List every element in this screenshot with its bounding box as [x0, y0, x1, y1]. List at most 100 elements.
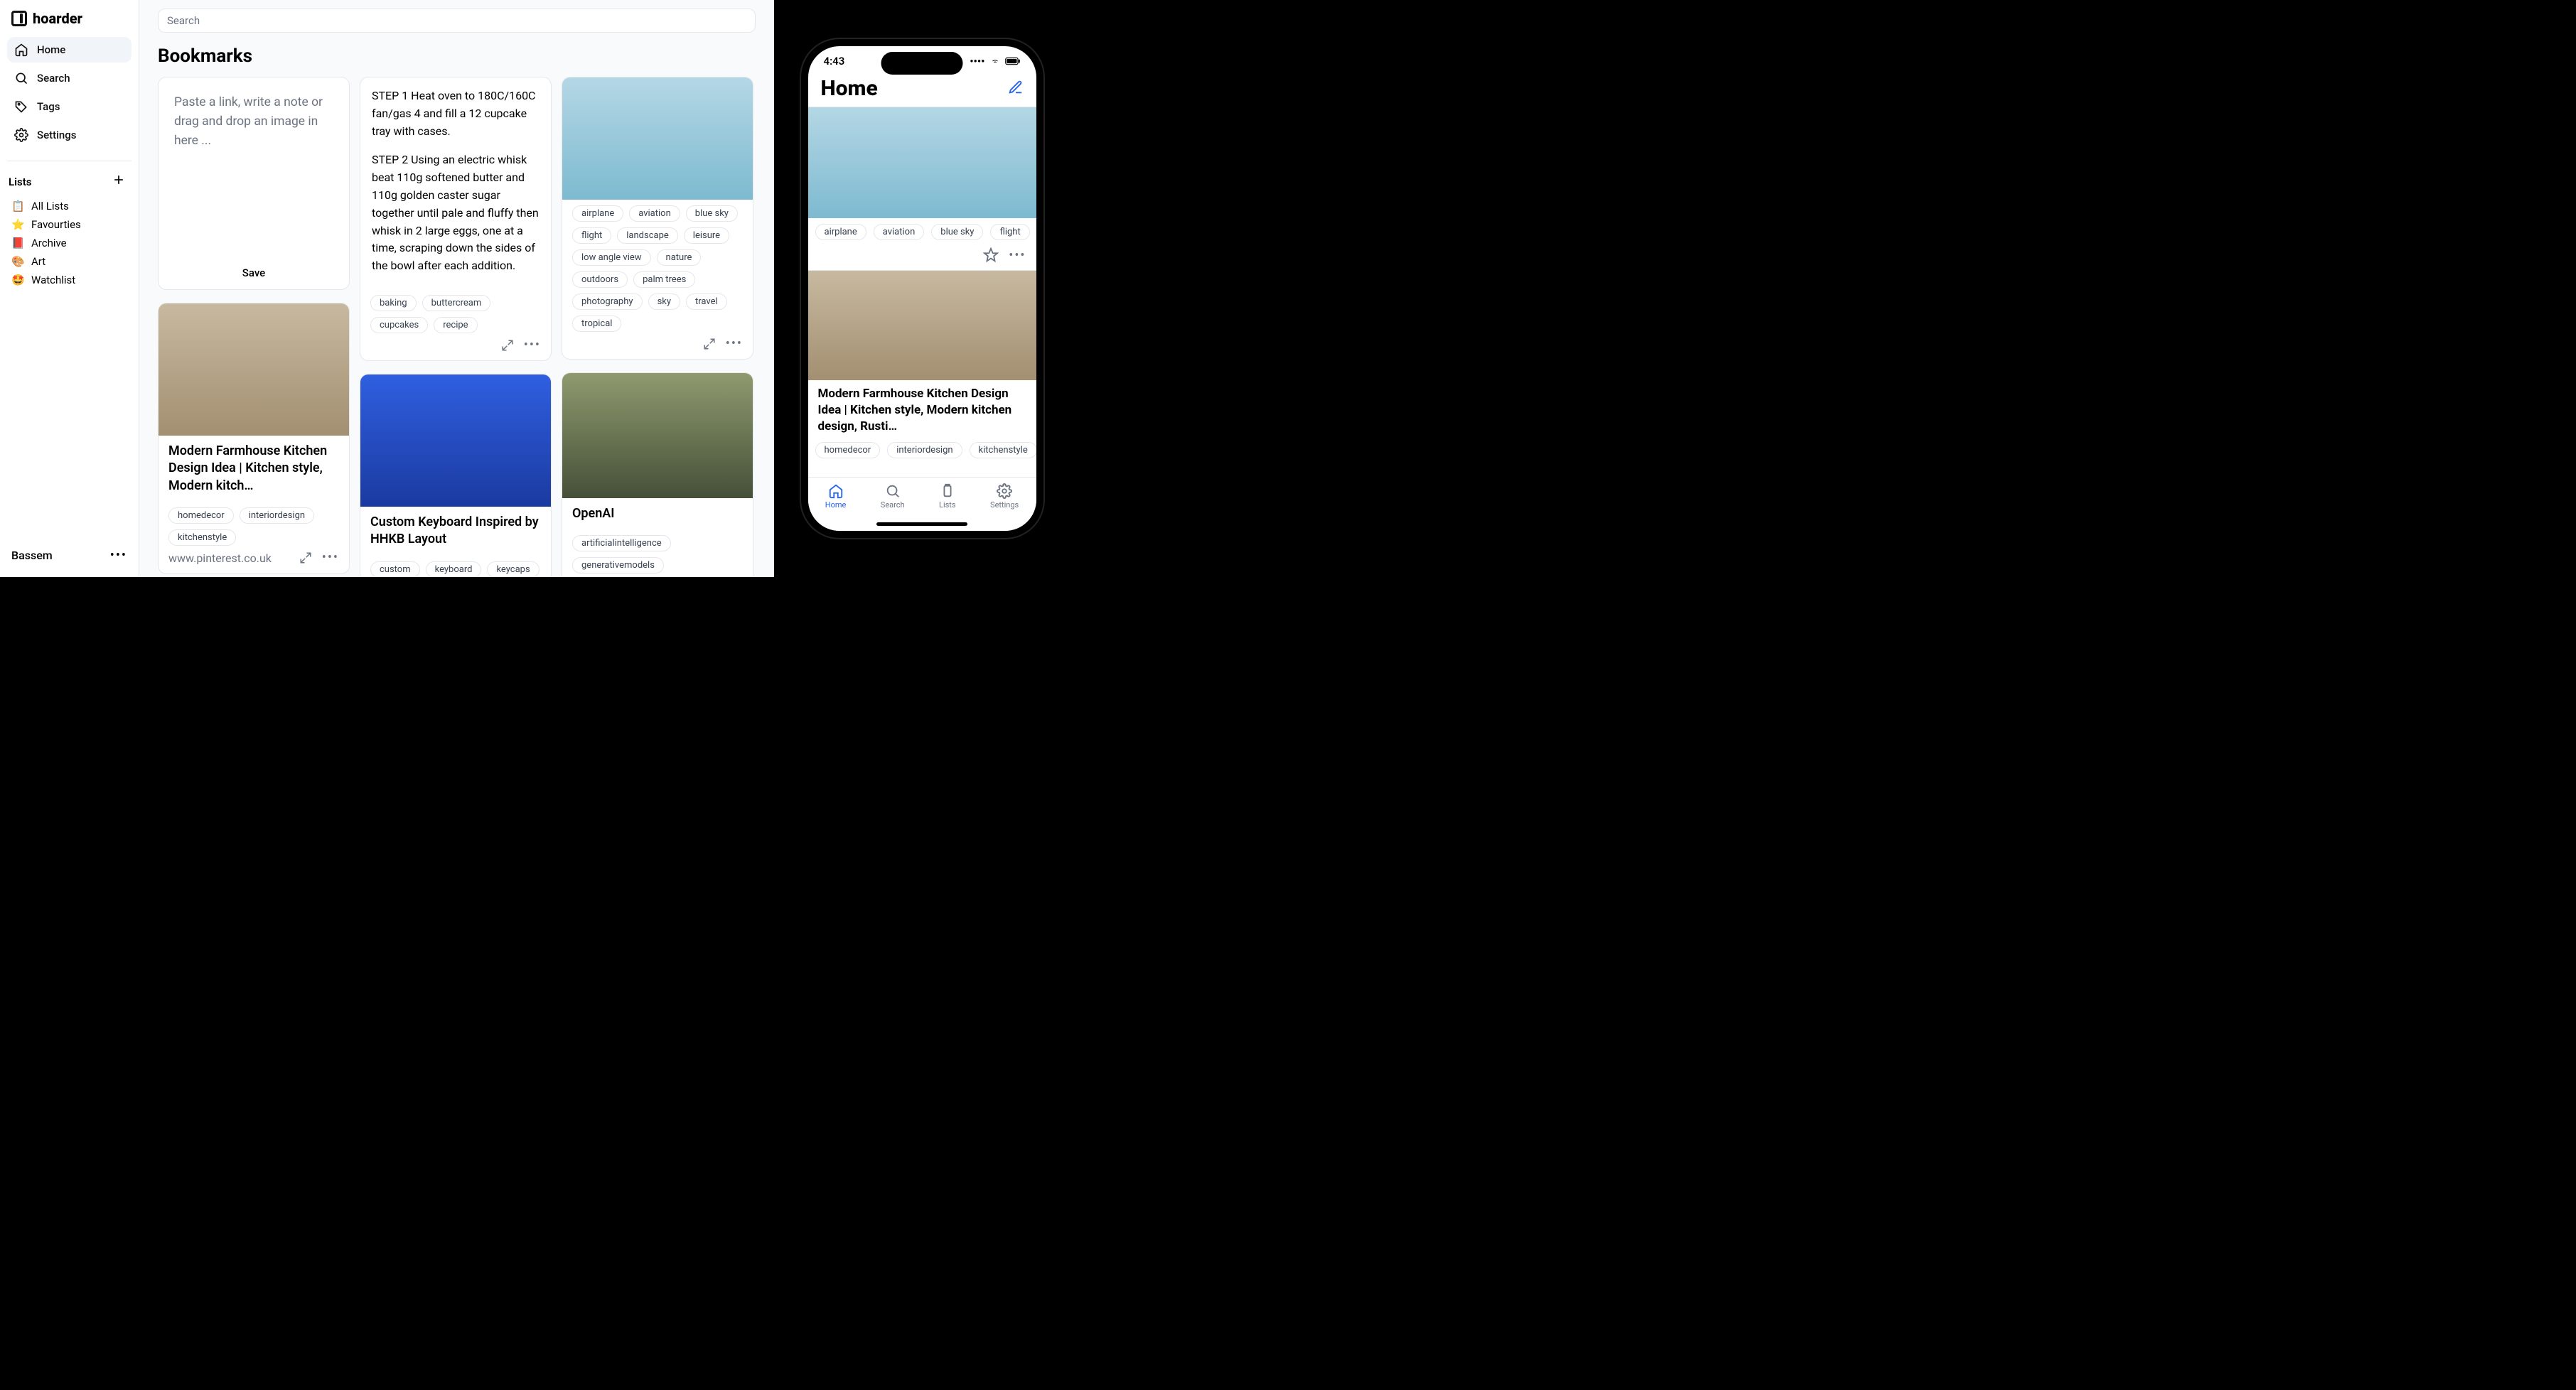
tag[interactable]: kitchenstyle — [970, 442, 1036, 458]
nav-search[interactable]: Search — [7, 65, 132, 91]
bookmark-card-kitchen[interactable]: Modern Farmhouse Kitchen Design Idea | K… — [158, 303, 350, 574]
phone-card-kitchen[interactable]: Modern Farmhouse Kitchen Design Idea | K… — [808, 270, 1036, 463]
expand-icon[interactable] — [299, 551, 312, 564]
tag[interactable]: blue sky — [686, 205, 738, 222]
wifi-icon — [989, 57, 1001, 65]
list-watchlist[interactable]: 🤩Watchlist — [7, 271, 132, 289]
add-list-button[interactable] — [112, 173, 126, 190]
page-title: Bookmarks — [158, 45, 756, 67]
tag[interactable]: low angle view — [572, 249, 651, 266]
tag[interactable]: interiordesign — [887, 442, 962, 458]
tag[interactable]: airplane — [572, 205, 623, 222]
tag[interactable]: keyboard — [426, 561, 482, 577]
tag[interactable]: aviation — [629, 205, 680, 222]
app-logo[interactable]: hoarder — [7, 7, 132, 37]
card-source: www.pinterest.co.uk — [168, 551, 272, 565]
list-label: Favourties — [31, 218, 81, 231]
composer-placeholder: Paste a link, write a note or drag and d… — [174, 93, 333, 151]
card-image — [562, 77, 753, 200]
current-user: Bassem — [11, 549, 53, 562]
card-menu-button[interactable]: ••• — [322, 554, 339, 561]
search-input[interactable]: Search — [158, 9, 756, 33]
tag[interactable]: kitchenstyle — [168, 529, 236, 546]
tab-lists[interactable]: Lists — [939, 483, 956, 510]
phone-card-palms[interactable]: airplane aviation blue sky flight landsc… — [808, 107, 1036, 270]
tag[interactable]: keycaps — [487, 561, 539, 577]
user-menu-button[interactable]: ••• — [110, 548, 127, 563]
tag[interactable]: palm trees — [633, 271, 695, 288]
logo-icon — [11, 11, 27, 26]
tag[interactable]: homedecor — [168, 507, 234, 524]
star-icon[interactable] — [983, 247, 999, 263]
nav-tags[interactable]: Tags — [7, 94, 132, 119]
search-icon — [14, 71, 28, 85]
tag[interactable]: tropical — [572, 316, 621, 332]
expand-icon[interactable] — [703, 338, 716, 350]
nav-home[interactable]: Home — [7, 37, 132, 63]
card-menu-button[interactable]: ••• — [1009, 248, 1026, 263]
card-image — [360, 375, 551, 507]
tab-label: Home — [825, 500, 847, 510]
bookmark-card-openai[interactable]: OpenAI artificialintelligence generative… — [562, 372, 753, 577]
list-favourites[interactable]: ⭐Favourties — [7, 216, 132, 233]
tab-settings[interactable]: Settings — [990, 483, 1019, 510]
tag[interactable]: travel — [686, 293, 727, 310]
tag[interactable]: landscape — [617, 227, 678, 244]
expand-icon[interactable] — [501, 339, 514, 352]
tag[interactable]: photography — [572, 293, 643, 310]
bookmark-card-palms[interactable]: airplane aviation blue sky flight landsc… — [562, 77, 753, 360]
tag[interactable]: sky — [648, 293, 680, 310]
list-archive[interactable]: 📕Archive — [7, 235, 132, 252]
note-body: STEP 1 Heat oven to 180C/160C fan/gas 4 … — [360, 77, 551, 289]
card-image — [808, 271, 1036, 380]
sidebar: hoarder Home Search Tags Settings Lists — [0, 0, 139, 577]
list-label: Archive — [31, 237, 67, 249]
phone-notch — [881, 52, 963, 75]
nav-label: Settings — [37, 129, 77, 141]
tab-label: Lists — [939, 500, 956, 510]
list-label: Art — [31, 255, 45, 268]
tag[interactable]: flight — [572, 227, 611, 244]
compose-button[interactable] — [1008, 80, 1024, 98]
nav-settings[interactable]: Settings — [7, 122, 132, 148]
lists-group: 📋All Lists ⭐Favourties 📕Archive 🎨Art 🤩Wa… — [7, 198, 132, 289]
tag[interactable]: custom — [370, 561, 420, 577]
tag[interactable]: homedecor — [815, 442, 881, 458]
list-all-lists[interactable]: 📋All Lists — [7, 198, 132, 215]
bookmark-card-recipe[interactable]: STEP 1 Heat oven to 180C/160C fan/gas 4 … — [360, 77, 552, 361]
tag[interactable]: cupcakes — [370, 317, 428, 333]
tag[interactable]: leisure — [684, 227, 729, 244]
card-title: Modern Farmhouse Kitchen Design Idea | K… — [168, 443, 339, 495]
tag[interactable]: blue sky — [931, 224, 983, 240]
tag[interactable]: aviation — [874, 224, 925, 240]
signal-icon: •••• — [970, 55, 984, 68]
clipboard-icon — [940, 483, 955, 499]
tag[interactable]: artificialintelligence — [572, 535, 671, 551]
card-image — [808, 107, 1036, 218]
card-image — [159, 303, 349, 436]
save-button[interactable]: Save — [174, 153, 333, 279]
tag[interactable]: airplane — [815, 224, 866, 240]
card-menu-button[interactable]: ••• — [524, 342, 541, 349]
tag[interactable]: generativemodels — [572, 557, 664, 573]
phone-frame: 4:43 •••• Home airplane aviation blue sk… — [801, 39, 1043, 538]
tag[interactable]: interiordesign — [240, 507, 314, 524]
tag[interactable]: buttercream — [422, 295, 491, 311]
composer-card[interactable]: Paste a link, write a note or drag and d… — [158, 77, 350, 290]
tag[interactable]: recipe — [434, 317, 477, 333]
tags-container: homedecor interiordesign kitchenstyle — [159, 502, 349, 547]
card-title: Modern Farmhouse Kitchen Design Idea | K… — [808, 380, 1036, 436]
tab-label: Settings — [990, 500, 1019, 510]
tag[interactable]: baking — [370, 295, 417, 311]
plus-icon — [112, 173, 126, 187]
tab-search[interactable]: Search — [881, 483, 905, 510]
list-art[interactable]: 🎨Art — [7, 253, 132, 270]
tag[interactable]: outdoors — [572, 271, 628, 288]
tag[interactable]: nature — [657, 249, 702, 266]
card-menu-button[interactable]: ••• — [726, 340, 743, 348]
bookmark-card-keyboard[interactable]: Custom Keyboard Inspired by HHKB Layout … — [360, 374, 552, 577]
tab-home[interactable]: Home — [825, 483, 847, 510]
tag[interactable]: flight — [990, 224, 1029, 240]
card-image — [562, 373, 753, 498]
app-name: hoarder — [33, 10, 82, 27]
